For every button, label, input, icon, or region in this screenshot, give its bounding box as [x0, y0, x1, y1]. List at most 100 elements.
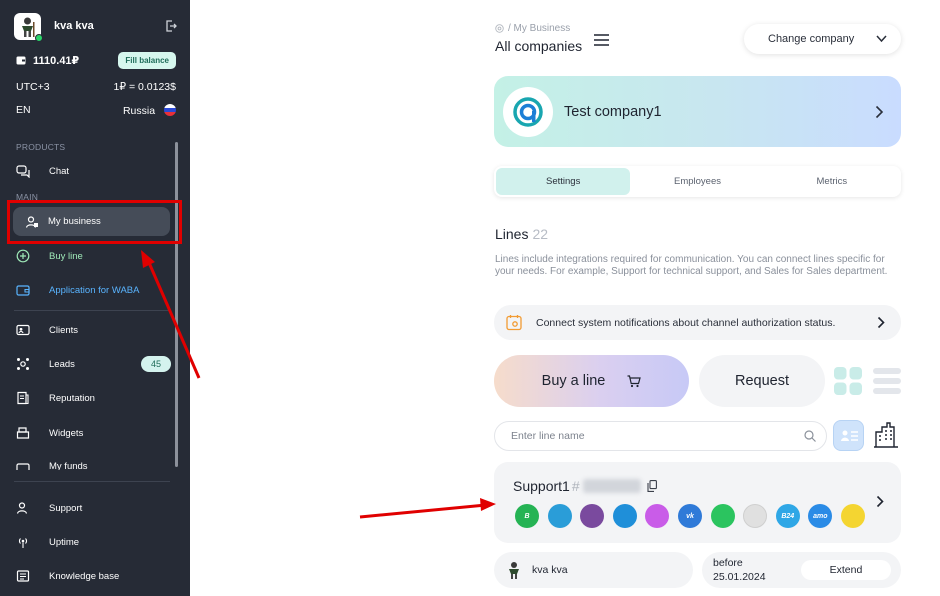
sidebar-divider: [14, 310, 170, 311]
sidebar: kva kva 1110.41₽ Fill balance UTC+3 1₽ =…: [0, 0, 190, 596]
sidebar-item-chat[interactable]: Chat: [16, 161, 171, 181]
email-icon[interactable]: [743, 504, 768, 528]
notification-text: Connect system notifications about chann…: [536, 316, 836, 329]
sidebar-item-reputation[interactable]: Reputation: [16, 388, 171, 408]
country-selector[interactable]: Russia: [122, 103, 176, 117]
timezone-value[interactable]: UTC+3: [16, 81, 50, 93]
owner-avatar: [509, 562, 519, 579]
tab-metrics[interactable]: Metrics: [765, 168, 899, 195]
whatsapp-icon[interactable]: [710, 504, 735, 528]
lines-count: 22: [532, 226, 549, 242]
user-row: kva kva: [14, 11, 178, 42]
sidebar-scrollbar[interactable]: [175, 142, 178, 467]
exchange-rate: 1₽ = 0.0123$: [113, 81, 176, 93]
telegram-icon[interactable]: [547, 504, 572, 528]
balance-amount: 1110.41₽: [33, 54, 80, 67]
sidebar-item-label: Reputation: [49, 392, 95, 404]
line-expiry: before 25.01.2024 Extend: [702, 552, 901, 588]
sidebar-item-support[interactable]: Support: [16, 498, 171, 518]
chat-icon: [16, 165, 30, 178]
line-owner[interactable]: kva kva: [494, 552, 693, 588]
company-logo-icon: [503, 86, 553, 137]
country-name: Russia: [122, 104, 156, 117]
yandex-tasks-icon[interactable]: [840, 504, 865, 528]
language-selector[interactable]: EN: [16, 104, 31, 116]
owner-name: kva kva: [532, 564, 568, 576]
leads-count-badge: 45: [140, 356, 171, 372]
copy-icon[interactable]: [647, 480, 657, 492]
line-search-input[interactable]: [511, 430, 804, 442]
expiry-label: before: [713, 557, 743, 569]
request-button[interactable]: Request: [699, 355, 825, 407]
cart-icon: [627, 374, 642, 387]
line-search-field[interactable]: [494, 421, 827, 451]
sidebar-item-my-funds[interactable]: My funds: [16, 456, 171, 470]
fill-balance-button[interactable]: Fill balance: [118, 51, 176, 69]
tab-employees[interactable]: Employees: [630, 168, 764, 195]
change-company-dropdown[interactable]: Change company: [744, 24, 901, 54]
buy-line-button[interactable]: Buy a line: [494, 355, 689, 407]
balance-row: 1110.41₽ Fill balance: [16, 51, 176, 69]
hamburger-menu-icon[interactable]: [594, 33, 609, 47]
chevron-right-icon: [875, 105, 884, 118]
contact-card-icon: [841, 430, 858, 441]
search-icon[interactable]: [804, 430, 816, 442]
avatar[interactable]: [14, 12, 43, 42]
chevron-right-icon[interactable]: [876, 495, 884, 508]
wallet-icon: [16, 285, 30, 296]
sidebar-item-knowledge-base[interactable]: Knowledge base: [16, 566, 171, 586]
widget-icon: [16, 427, 30, 439]
vk-icon[interactable]: vk: [677, 504, 702, 528]
plus-circle-icon: [16, 249, 30, 263]
page-title: All companies: [495, 38, 583, 54]
contacts-view-toggle[interactable]: [833, 420, 864, 451]
whatsapp-business-icon[interactable]: B: [515, 504, 539, 528]
viber-icon[interactable]: [580, 504, 605, 528]
id-card-icon: [16, 324, 30, 336]
breadcrumb: / My Business: [495, 23, 570, 34]
sidebar-item-clients[interactable]: Clients: [16, 320, 171, 340]
sidebar-item-label: Knowledge base: [49, 570, 120, 582]
expiry-text: before 25.01.2024: [713, 556, 766, 584]
book-icon: [16, 570, 30, 582]
sidebar-item-label: Buy line: [49, 250, 83, 262]
sidebar-item-application-for-waba[interactable]: Application for WABA: [16, 280, 171, 300]
user-name: kva kva: [54, 20, 94, 32]
sidebar-item-buy-line[interactable]: Buy line: [16, 246, 171, 266]
page: kva kva 1110.41₽ Fill balance UTC+3 1₽ =…: [0, 0, 940, 596]
tab-settings[interactable]: Settings: [496, 168, 631, 195]
building-icon[interactable]: [873, 422, 899, 448]
company-card[interactable]: Test company1: [494, 76, 901, 147]
change-company-label: Change company: [768, 33, 855, 45]
locale-row: EN Russia: [16, 103, 176, 117]
lines-description: Lines include integrations required for …: [495, 254, 888, 277]
company-name: Test company1: [564, 103, 662, 120]
grid-view-icon[interactable]: [834, 367, 862, 395]
line-card[interactable]: Support1 # Bvk B24 amo: [494, 462, 901, 543]
products-section-label: PRODUCTS: [16, 142, 66, 152]
lines-title: Lines: [495, 226, 529, 242]
breadcrumb-path[interactable]: / My Business: [508, 23, 570, 34]
line-name: Support1: [513, 478, 570, 494]
sidebar-item-label: Application for WABA: [49, 284, 140, 296]
globe-icon[interactable]: [495, 24, 504, 33]
chevron-right-icon: [877, 316, 885, 329]
sidebar-item-label: Uptime: [49, 536, 80, 548]
list-view-icon[interactable]: [873, 367, 901, 395]
leads-icon: [17, 358, 29, 370]
line-id-hash: #: [571, 478, 580, 494]
sidebar-item-widgets[interactable]: Widgets: [16, 423, 171, 443]
sidebar-item-uptime[interactable]: Uptime: [16, 532, 171, 552]
extend-button[interactable]: Extend: [801, 560, 891, 580]
sidebar-item-leads[interactable]: Leads 45: [16, 354, 171, 374]
logout-icon[interactable]: [164, 19, 178, 33]
bitrix24-icon[interactable]: B24: [775, 504, 800, 528]
calendar-gear-icon: [506, 315, 522, 331]
company-tabs: Settings Employees Metrics: [494, 166, 901, 197]
system-notifications-banner[interactable]: Connect system notifications about chann…: [494, 305, 901, 340]
russia-flag-icon: [164, 103, 176, 116]
avito-icon[interactable]: [612, 504, 637, 528]
wallet-icon: [16, 56, 26, 64]
amocrm-icon[interactable]: amo: [808, 504, 833, 528]
instagram-icon[interactable]: [645, 504, 670, 528]
